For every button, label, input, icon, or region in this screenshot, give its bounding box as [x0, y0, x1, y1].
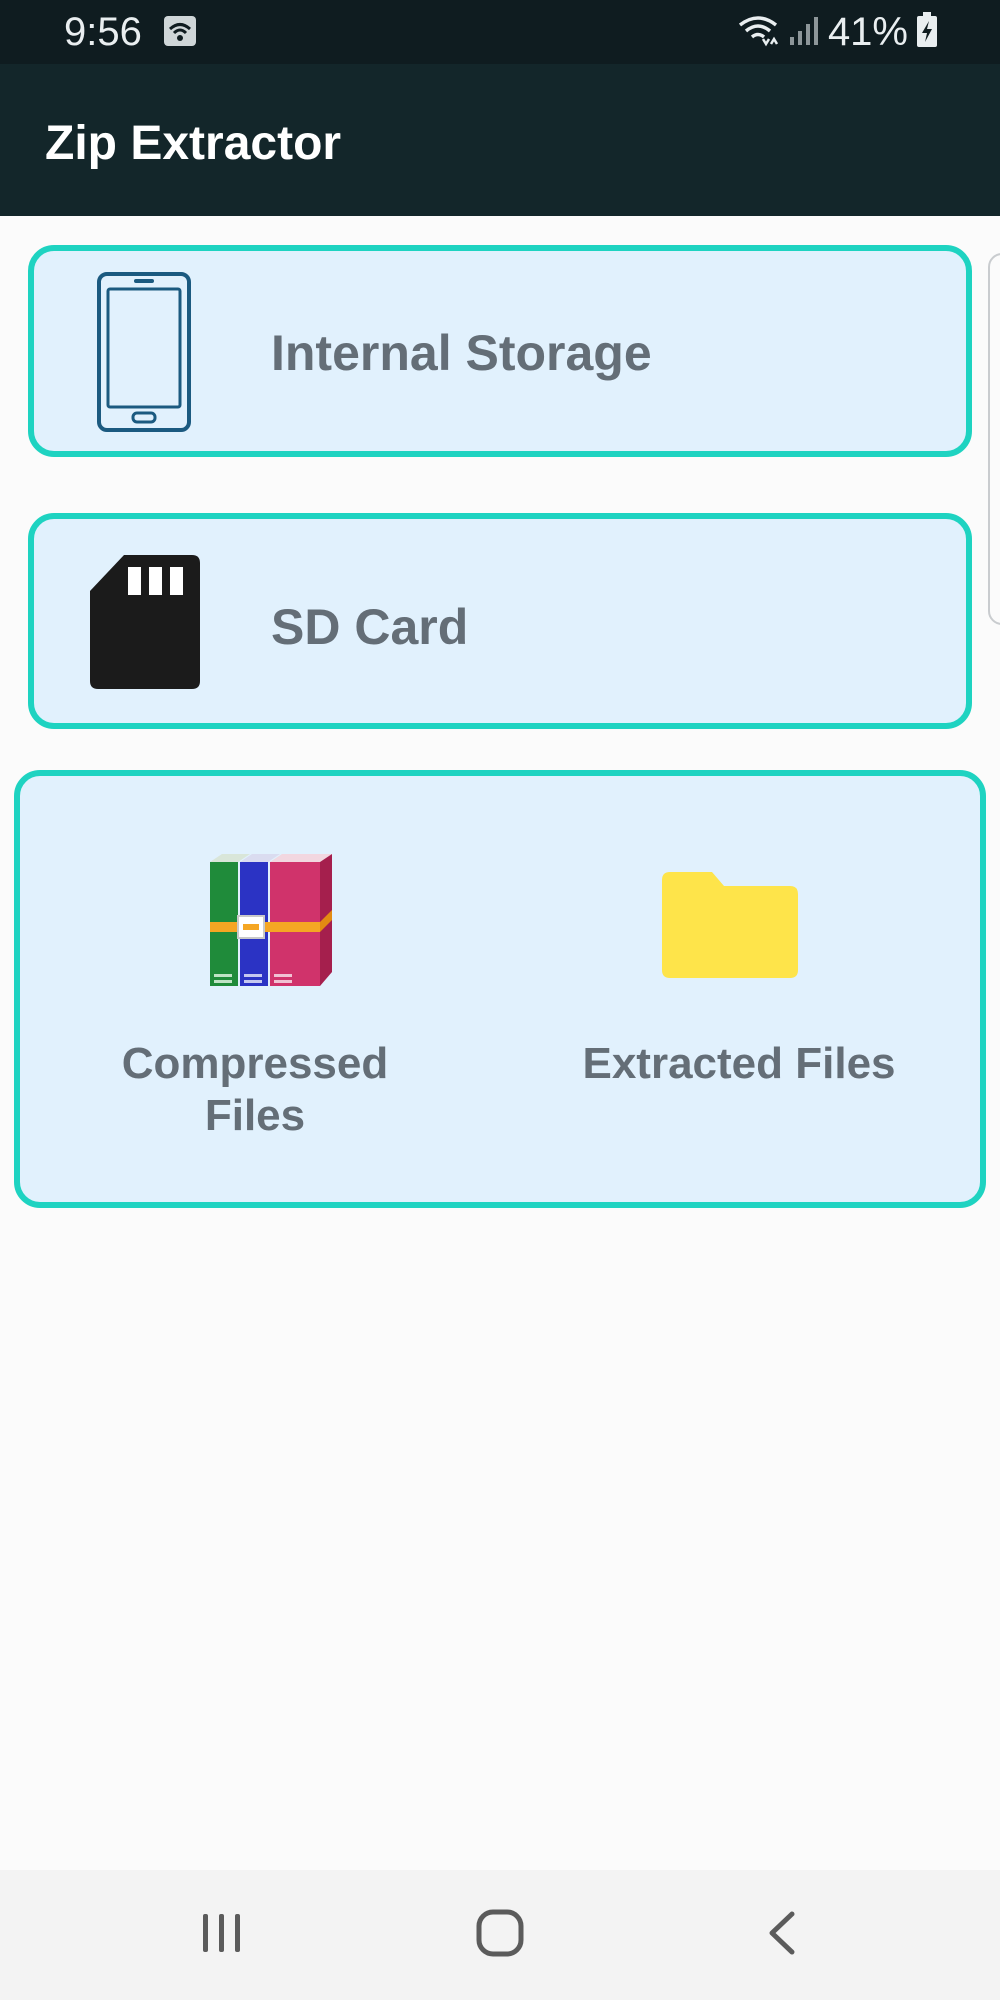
app-bar: Zip Extractor [0, 64, 1000, 216]
home-icon [475, 1908, 525, 1963]
compressed-files-label-line1: Compressed [121, 1039, 389, 1088]
folder-icon [658, 870, 800, 987]
compressed-files-tile[interactable]: Compressed Files [20, 776, 490, 1202]
extracted-files-label: Extracted Files [582, 1039, 896, 1088]
internal-storage-label: Internal Storage [271, 325, 652, 381]
back-icon [762, 1910, 802, 1961]
quick-access-card: Compressed Files Extracted Files [14, 770, 986, 1208]
compressed-files-label-line2: Files [204, 1091, 306, 1140]
status-icons: 41% [736, 10, 938, 54]
edge-panel-handle[interactable] [988, 253, 1000, 625]
notification-wifi-icon [164, 16, 196, 51]
archive-books-icon [208, 854, 338, 995]
battery-charging-icon [916, 11, 938, 53]
status-bar: 9:56 41% [0, 0, 1000, 64]
navigation-bar [0, 1870, 1000, 2000]
sd-card-card[interactable]: SD Card [28, 513, 972, 729]
sd-card-icon [88, 555, 202, 696]
sd-card-label: SD Card [271, 599, 469, 655]
battery-percent: 41% [827, 10, 908, 54]
internal-storage-card[interactable]: Internal Storage [28, 245, 972, 457]
wifi-signal-icon [736, 13, 780, 52]
status-time: 9:56 [64, 10, 142, 54]
recents-icon [199, 1910, 245, 1961]
extracted-files-tile[interactable]: Extracted Files [504, 776, 974, 1202]
recents-button[interactable] [162, 1890, 282, 1980]
back-button[interactable] [722, 1890, 842, 1980]
home-button[interactable] [440, 1890, 560, 1980]
app-title: Zip Extractor [45, 117, 342, 170]
cell-signal-icon [788, 13, 820, 52]
phone-icon [96, 271, 192, 438]
compressed-files-label: Compressed Files [20, 1038, 490, 1142]
